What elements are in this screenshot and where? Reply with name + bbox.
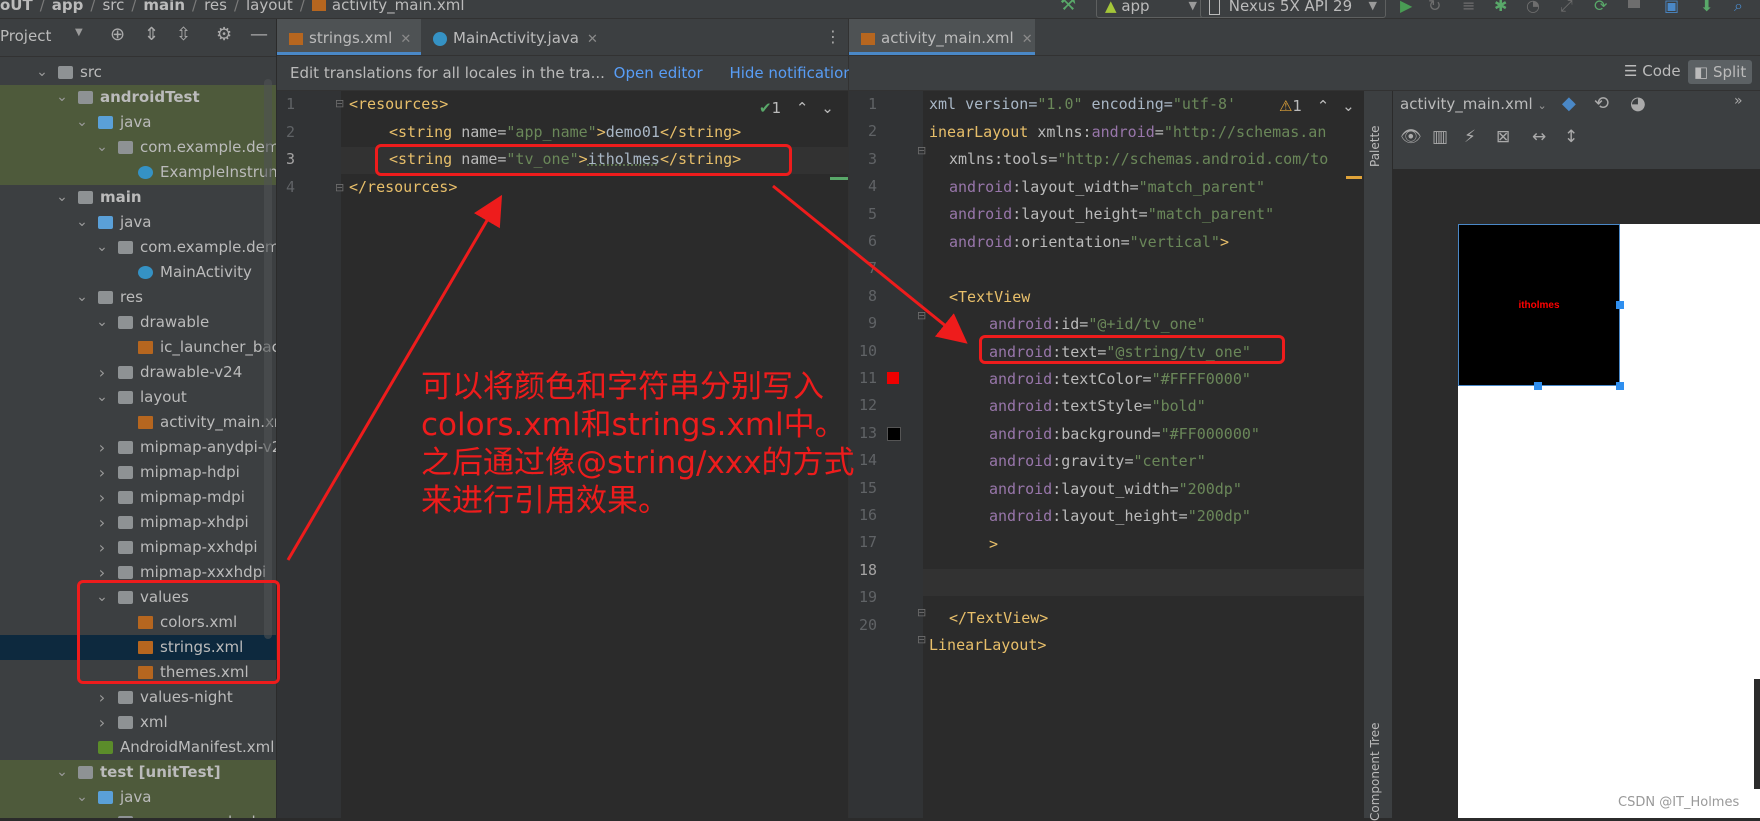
arrow-to-text-attribute — [772, 184, 968, 344]
annotation-line: 可以将颜色和字符串分别写入 — [421, 369, 824, 405]
annotation-line: colors.xml和strings.xml中。 — [421, 407, 846, 443]
annotation-arrows — [286, 184, 968, 561]
annotation-line: 来进行引用效果。 — [421, 483, 669, 519]
annotation-text: 可以将颜色和字符串分别写入 colors.xml和strings.xml中。 之… — [421, 368, 854, 520]
annotation-line: 之后通过像@string/xxx的方式 — [421, 445, 855, 481]
